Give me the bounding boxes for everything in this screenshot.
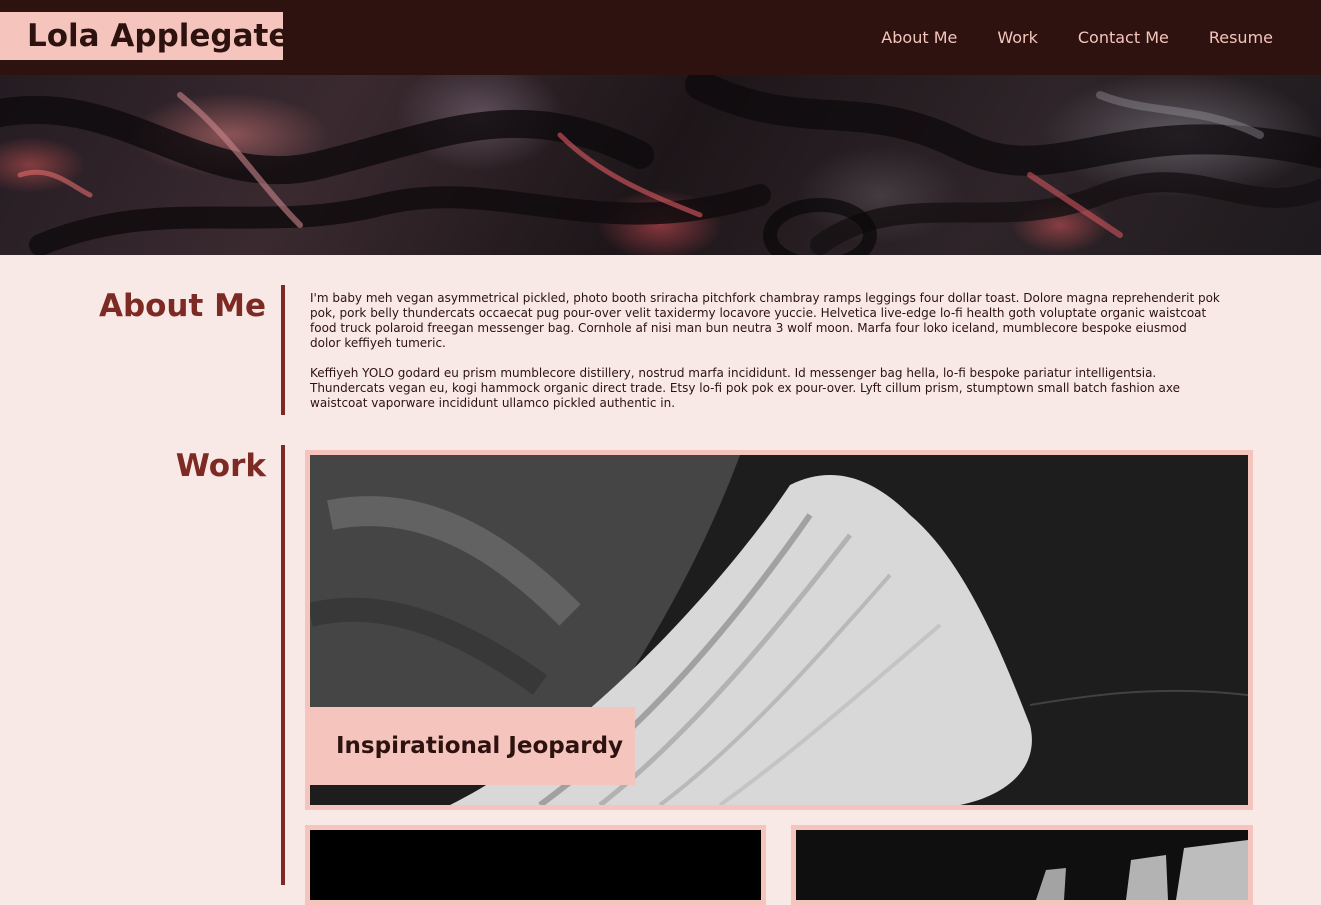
hero-paint-texture — [0, 75, 1321, 255]
nav-about-me[interactable]: About Me — [881, 28, 957, 47]
site-name[interactable]: Lola Applegate — [0, 12, 289, 60]
project-card-2[interactable] — [305, 825, 766, 905]
hero-banner-image — [0, 75, 1321, 255]
project-title[interactable]: Inspirational Jeopardy — [310, 707, 635, 785]
site-header: Lola Applegate About Me Work Contact Me … — [0, 0, 1321, 75]
nav-work[interactable]: Work — [997, 28, 1038, 47]
project-card-3[interactable] — [791, 825, 1253, 905]
project-image — [796, 830, 1248, 900]
main-nav: About Me Work Contact Me Resume — [881, 0, 1273, 75]
work-divider — [281, 445, 285, 885]
about-paragraph-2: Keffiyeh YOLO godard eu prism mumblecore… — [310, 366, 1180, 410]
nav-contact-me[interactable]: Contact Me — [1078, 28, 1169, 47]
about-paragraph-1: I'm baby meh vegan asymmetrical pickled,… — [310, 291, 1220, 350]
work-title: Work — [175, 448, 266, 484]
about-title: About Me — [98, 288, 266, 324]
about-text: I'm baby meh vegan asymmetrical pickled,… — [310, 291, 1220, 426]
project-image — [310, 830, 761, 900]
nav-resume[interactable]: Resume — [1209, 28, 1273, 47]
about-divider — [281, 285, 285, 415]
project-card-inspirational-jeopardy[interactable]: Inspirational Jeopardy — [305, 450, 1253, 810]
